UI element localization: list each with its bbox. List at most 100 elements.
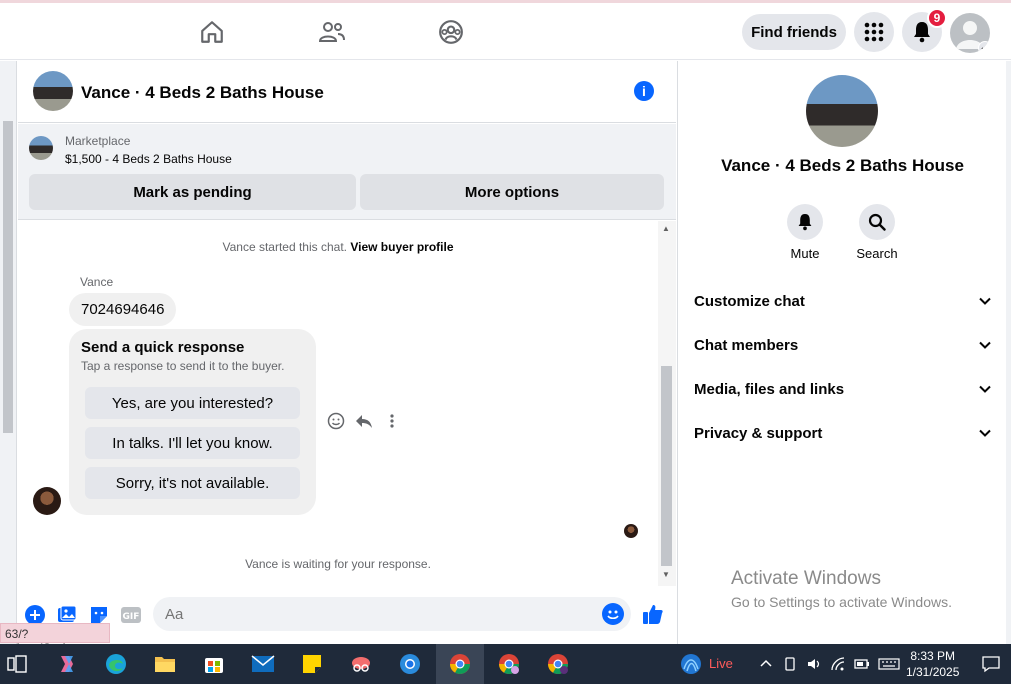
quick-response-option[interactable]: Yes, are you interested? — [85, 387, 300, 419]
snipping-tool-icon[interactable] — [349, 652, 373, 676]
chevron-down-icon[interactable] — [978, 338, 992, 352]
volume-icon[interactable] — [806, 656, 822, 672]
activate-windows-watermark: Activate Windows Go to Settings to activ… — [731, 568, 952, 610]
system-clock[interactable]: 8:33 PM 1/31/2025 — [906, 648, 959, 680]
marketplace-label: Marketplace — [65, 134, 131, 148]
watermark-line2: Go to Settings to activate Windows. — [731, 594, 952, 610]
view-buyer-profile-link[interactable]: View buyer profile — [350, 240, 453, 254]
chrome-profile-icon[interactable] — [497, 652, 521, 676]
message-input[interactable] — [165, 604, 585, 624]
notification-badge: 9 — [927, 8, 947, 28]
message-input-wrapper — [153, 597, 631, 631]
section-privacy-support[interactable]: Privacy & support — [694, 421, 992, 445]
quick-response-title: Send a quick response — [81, 339, 245, 356]
chat-started-text: Vance started this chat. — [222, 240, 347, 254]
section-media-files-links[interactable]: Media, files and links — [694, 377, 992, 401]
device-icon[interactable] — [782, 656, 798, 672]
chevron-down-icon[interactable] — [978, 41, 990, 53]
chat-title[interactable]: Vance · 4 Beds 2 Baths House — [81, 83, 324, 103]
profile-icon[interactable] — [950, 13, 990, 53]
mute-label: Mute — [790, 246, 820, 261]
chat-info-panel: Vance · 4 Beds 2 Baths House Mute Search… — [677, 61, 1006, 644]
left-scrollbar-thumb[interactable] — [3, 121, 13, 433]
edge-icon[interactable] — [104, 652, 128, 676]
message-scrollbar-thumb[interactable] — [661, 366, 672, 566]
chrome-icon[interactable] — [398, 652, 422, 676]
keyboard-icon[interactable] — [878, 656, 900, 672]
listing-price[interactable]: $1,500 - 4 Beds 2 Baths House — [65, 152, 232, 166]
chrome-icon[interactable] — [448, 652, 472, 676]
panel-title: Vance · 4 Beds 2 Baths House — [721, 156, 964, 175]
sender-avatar[interactable] — [33, 487, 61, 515]
task-view-icon[interactable] — [5, 652, 29, 676]
notification-center-icon[interactable] — [982, 655, 1000, 673]
react-icon[interactable] — [326, 411, 346, 431]
mail-icon[interactable] — [251, 652, 275, 676]
search-label: Search — [856, 246, 898, 261]
live-globe-icon[interactable] — [679, 652, 703, 676]
read-receipt-avatar — [624, 524, 638, 538]
search-icon[interactable] — [859, 204, 895, 240]
chevron-down-icon[interactable] — [978, 426, 992, 440]
store-icon[interactable] — [202, 652, 226, 676]
message-composer: GIF — [18, 586, 676, 644]
search-action[interactable]: Search — [847, 204, 907, 261]
message-bubble[interactable]: 7024694646 — [69, 293, 177, 326]
top-navigation: Find friends 9 — [0, 0, 1011, 60]
info-icon[interactable]: i — [634, 81, 654, 101]
right-scrollbar[interactable] — [1006, 61, 1011, 644]
scroll-down-icon[interactable]: ▼ — [662, 570, 670, 579]
wifi-icon[interactable] — [830, 656, 846, 672]
sticky-notes-icon[interactable] — [300, 652, 324, 676]
marketplace-bar: Marketplace $1,500 - 4 Beds 2 Baths Hous… — [18, 124, 676, 220]
friends-icon[interactable] — [317, 17, 347, 47]
message-actions — [326, 411, 402, 431]
mute-action[interactable]: Mute — [775, 204, 835, 261]
clock-time: 8:33 PM — [910, 649, 956, 663]
left-sidebar-edge — [0, 61, 17, 644]
file-explorer-icon[interactable] — [153, 652, 177, 676]
copilot-icon[interactable] — [55, 652, 79, 676]
like-icon[interactable] — [642, 603, 664, 625]
more-options-button[interactable]: More options — [360, 174, 664, 210]
section-chat-members[interactable]: Chat members — [694, 333, 992, 357]
chevron-up-icon[interactable] — [758, 656, 774, 672]
waiting-text: Vance is waiting for your response. — [245, 557, 431, 571]
listing-avatar[interactable] — [33, 71, 73, 111]
scroll-up-icon[interactable]: ▲ — [662, 224, 670, 233]
chat-started-line: Vance started this chat. View buyer prof… — [18, 240, 658, 254]
quick-response-card: Send a quick response Tap a response to … — [69, 329, 316, 515]
clock-date: 1/31/2025 — [906, 665, 960, 679]
bell-icon[interactable] — [787, 204, 823, 240]
live-label[interactable]: Live — [709, 656, 733, 671]
listing-large-avatar[interactable] — [806, 75, 878, 147]
emoji-icon[interactable] — [602, 603, 624, 625]
gif-icon[interactable]: GIF — [120, 604, 142, 626]
watermark-line1: Activate Windows — [731, 568, 881, 589]
message-list: Vance started this chat. View buyer prof… — [18, 221, 658, 586]
windows-taskbar: Live 8:33 PM 1/31/2025 — [0, 644, 1011, 684]
section-label: Media, files and links — [694, 380, 845, 398]
reply-icon[interactable] — [354, 411, 374, 431]
find-friends-button[interactable]: Find friends — [742, 14, 846, 50]
chrome-incognito-icon[interactable] — [546, 652, 570, 676]
listing-thumbnail[interactable] — [29, 136, 53, 160]
quick-response-subtitle: Tap a response to send it to the buyer. — [81, 359, 285, 373]
chat-header: Vance · 4 Beds 2 Baths House i — [18, 61, 676, 123]
chevron-down-icon[interactable] — [978, 382, 992, 396]
svg-text:GIF: GIF — [123, 612, 140, 622]
section-customize-chat[interactable]: Customize chat — [694, 289, 992, 313]
url-tooltip: 63/?referralSurfac... — [0, 623, 110, 655]
sender-name: Vance — [80, 275, 114, 289]
chevron-down-icon[interactable] — [978, 294, 992, 308]
quick-response-option[interactable]: In talks. I'll let you know. — [85, 427, 300, 459]
groups-icon[interactable] — [436, 17, 466, 47]
more-vertical-icon[interactable] — [382, 411, 402, 431]
quick-response-option[interactable]: Sorry, it's not available. — [85, 467, 300, 499]
section-label: Chat members — [694, 336, 799, 354]
menu-grid-icon[interactable] — [854, 12, 894, 52]
battery-icon[interactable] — [854, 656, 870, 672]
mark-as-pending-button[interactable]: Mark as pending — [29, 174, 356, 210]
home-icon[interactable] — [197, 17, 227, 47]
message-scrollbar[interactable]: ▲ ▼ — [658, 221, 676, 586]
